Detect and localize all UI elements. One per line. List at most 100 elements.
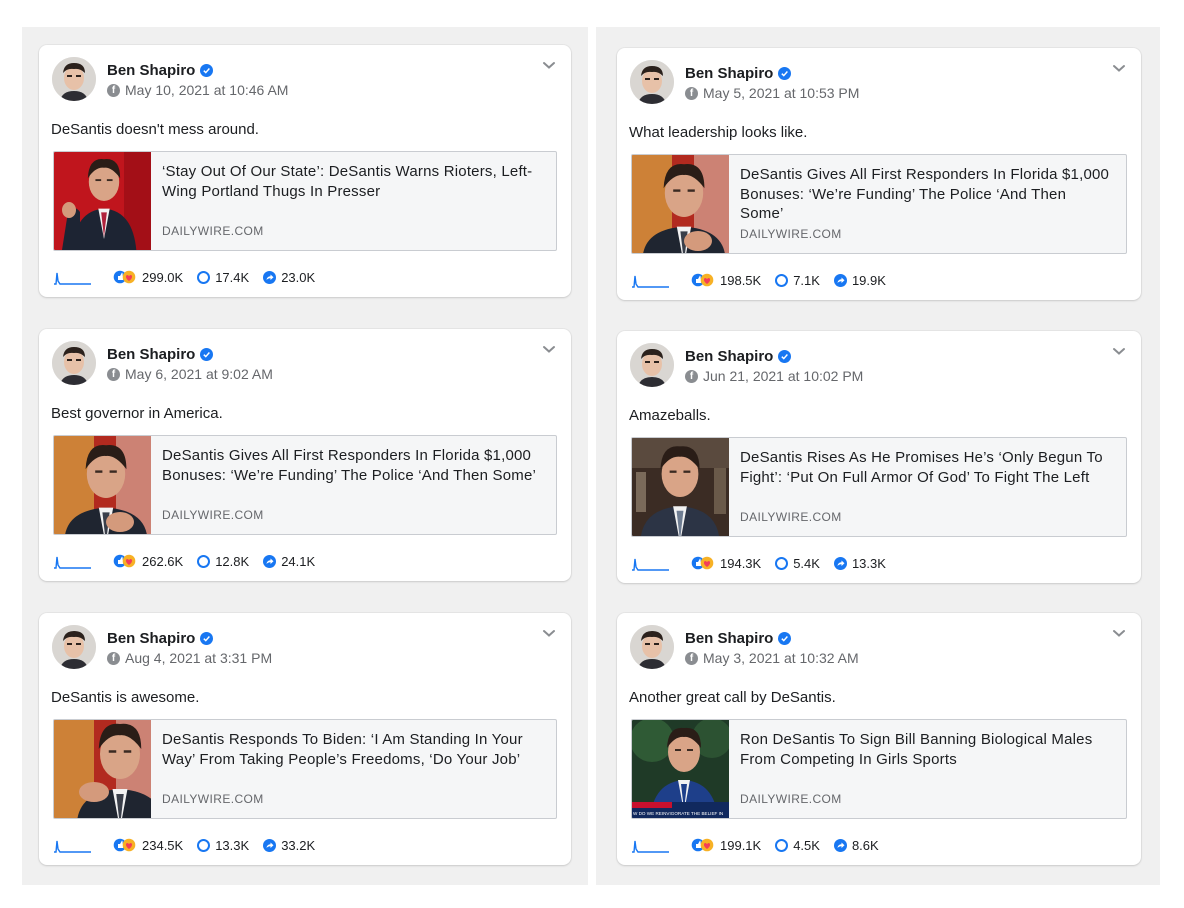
author-name[interactable]: Ben Shapiro [107, 62, 195, 79]
reactions-icon [691, 273, 715, 287]
link-headline[interactable]: DeSantis Rises As He Promises He’s ‘Only… [740, 448, 1112, 487]
link-preview[interactable]: DeSantis Gives All First Responders In F… [631, 154, 1127, 254]
share-icon [263, 554, 277, 568]
chevron-down-icon[interactable] [541, 57, 557, 73]
reactions-count[interactable]: 299.0K [142, 270, 183, 285]
post-message: DeSantis doesn't mess around. [51, 121, 259, 138]
link-domain: DAILYWIRE.COM [162, 508, 264, 522]
link-preview[interactable]: DeSantis Gives All First Responders In F… [53, 435, 557, 535]
verified-badge-icon [778, 350, 792, 363]
avatar[interactable] [630, 60, 674, 104]
link-preview[interactable]: DeSantis Rises As He Promises He’s ‘Only… [631, 437, 1127, 537]
reactions-count[interactable]: 194.3K [720, 556, 761, 571]
avatar[interactable] [52, 341, 96, 385]
share-icon [833, 273, 847, 287]
author-name[interactable]: Ben Shapiro [107, 346, 195, 363]
link-domain: DAILYWIRE.COM [740, 227, 842, 241]
shares-count[interactable]: 23.0K [281, 270, 315, 285]
link-headline[interactable]: ‘Stay Out Of Our State’: DeSantis Warns … [162, 162, 542, 201]
author-name[interactable]: Ben Shapiro [685, 348, 773, 365]
post-card: Ben Shapiro f Aug 4, 2021 at 3:31 PM DeS… [39, 613, 571, 865]
share-icon [833, 556, 847, 570]
sparkline-icon [54, 840, 91, 853]
post-date[interactable]: May 10, 2021 at 10:46 AM [125, 82, 288, 98]
comment-icon [775, 838, 789, 852]
verified-badge-icon [200, 64, 214, 77]
comments-count[interactable]: 13.3K [215, 838, 249, 853]
post-stats: 199.1K 4.5K 8.6K [631, 835, 893, 855]
avatar[interactable] [52, 57, 96, 101]
comments-count[interactable]: 12.8K [215, 554, 249, 569]
reactions-icon [113, 838, 137, 852]
author-name[interactable]: Ben Shapiro [685, 65, 773, 82]
thumbnail-caption: W DO WE REINVIGORATE THE BELIEF IN [633, 811, 723, 816]
post-stats: 234.5K 13.3K 33.2K [53, 835, 329, 855]
reactions-icon [691, 838, 715, 852]
comments-count[interactable]: 5.4K [793, 556, 820, 571]
reactions-count[interactable]: 199.1K [720, 838, 761, 853]
shares-count[interactable]: 33.2K [281, 838, 315, 853]
comments-count[interactable]: 7.1K [793, 273, 820, 288]
verified-badge-icon [778, 632, 792, 645]
link-headline[interactable]: DeSantis Gives All First Responders In F… [740, 165, 1112, 224]
post-date[interactable]: May 6, 2021 at 9:02 AM [125, 366, 273, 382]
link-thumbnail [54, 152, 151, 250]
post-card: Ben Shapiro f May 6, 2021 at 9:02 AM Bes… [39, 329, 571, 581]
link-thumbnail [632, 155, 729, 253]
link-headline[interactable]: DeSantis Responds To Biden: ‘I Am Standi… [162, 730, 542, 769]
chevron-down-icon[interactable] [541, 341, 557, 357]
link-preview[interactable]: W DO WE REINVIGORATE THE BELIEF IN Ron D… [631, 719, 1127, 819]
link-thumbnail [632, 438, 729, 536]
post-date[interactable]: May 3, 2021 at 10:32 AM [703, 650, 859, 666]
sparkline-icon [632, 275, 669, 288]
comment-icon [197, 270, 211, 284]
avatar[interactable] [630, 625, 674, 669]
share-icon [263, 270, 277, 284]
verified-badge-icon [200, 632, 214, 645]
comments-count[interactable]: 4.5K [793, 838, 820, 853]
avatar[interactable] [52, 625, 96, 669]
link-headline[interactable]: DeSantis Gives All First Responders In F… [162, 446, 542, 485]
facebook-icon: f [685, 369, 698, 383]
comment-icon [775, 273, 789, 287]
author-name[interactable]: Ben Shapiro [107, 630, 195, 647]
link-preview[interactable]: ‘Stay Out Of Our State’: DeSantis Warns … [53, 151, 557, 251]
link-headline[interactable]: Ron DeSantis To Sign Bill Banning Biolog… [740, 730, 1112, 769]
post-message: DeSantis is awesome. [51, 689, 200, 706]
reactions-count[interactable]: 198.5K [720, 273, 761, 288]
post-card: Ben Shapiro f May 10, 2021 at 10:46 AM D… [39, 45, 571, 297]
post-message: What leadership looks like. [629, 124, 808, 141]
chevron-down-icon[interactable] [541, 625, 557, 641]
comment-icon [197, 554, 211, 568]
share-icon [833, 838, 847, 852]
comments-count[interactable]: 17.4K [215, 270, 249, 285]
post-message: Best governor in America. [51, 405, 223, 422]
shares-count[interactable]: 8.6K [852, 838, 879, 853]
comment-icon [775, 556, 789, 570]
link-domain: DAILYWIRE.COM [740, 510, 842, 524]
post-stats: 299.0K 17.4K 23.0K [53, 267, 329, 287]
link-thumbnail [54, 720, 151, 818]
link-domain: DAILYWIRE.COM [740, 792, 842, 806]
reactions-count[interactable]: 234.5K [142, 838, 183, 853]
author-name[interactable]: Ben Shapiro [685, 630, 773, 647]
chevron-down-icon[interactable] [1111, 60, 1127, 76]
shares-count[interactable]: 13.3K [852, 556, 886, 571]
chevron-down-icon[interactable] [1111, 625, 1127, 641]
post-date[interactable]: May 5, 2021 at 10:53 PM [703, 85, 859, 101]
chevron-down-icon[interactable] [1111, 343, 1127, 359]
post-card: Ben Shapiro f Jun 21, 2021 at 10:02 PM A… [617, 331, 1141, 583]
link-domain: DAILYWIRE.COM [162, 224, 264, 238]
reactions-icon [113, 270, 137, 284]
share-icon [263, 838, 277, 852]
reactions-icon [113, 554, 137, 568]
post-date[interactable]: Aug 4, 2021 at 3:31 PM [125, 650, 272, 666]
shares-count[interactable]: 19.9K [852, 273, 886, 288]
avatar[interactable] [630, 343, 674, 387]
shares-count[interactable]: 24.1K [281, 554, 315, 569]
link-preview[interactable]: DeSantis Responds To Biden: ‘I Am Standi… [53, 719, 557, 819]
sparkline-icon [54, 556, 91, 569]
post-date[interactable]: Jun 21, 2021 at 10:02 PM [703, 368, 863, 384]
post-stats: 198.5K 7.1K 19.9K [631, 270, 900, 290]
reactions-count[interactable]: 262.6K [142, 554, 183, 569]
